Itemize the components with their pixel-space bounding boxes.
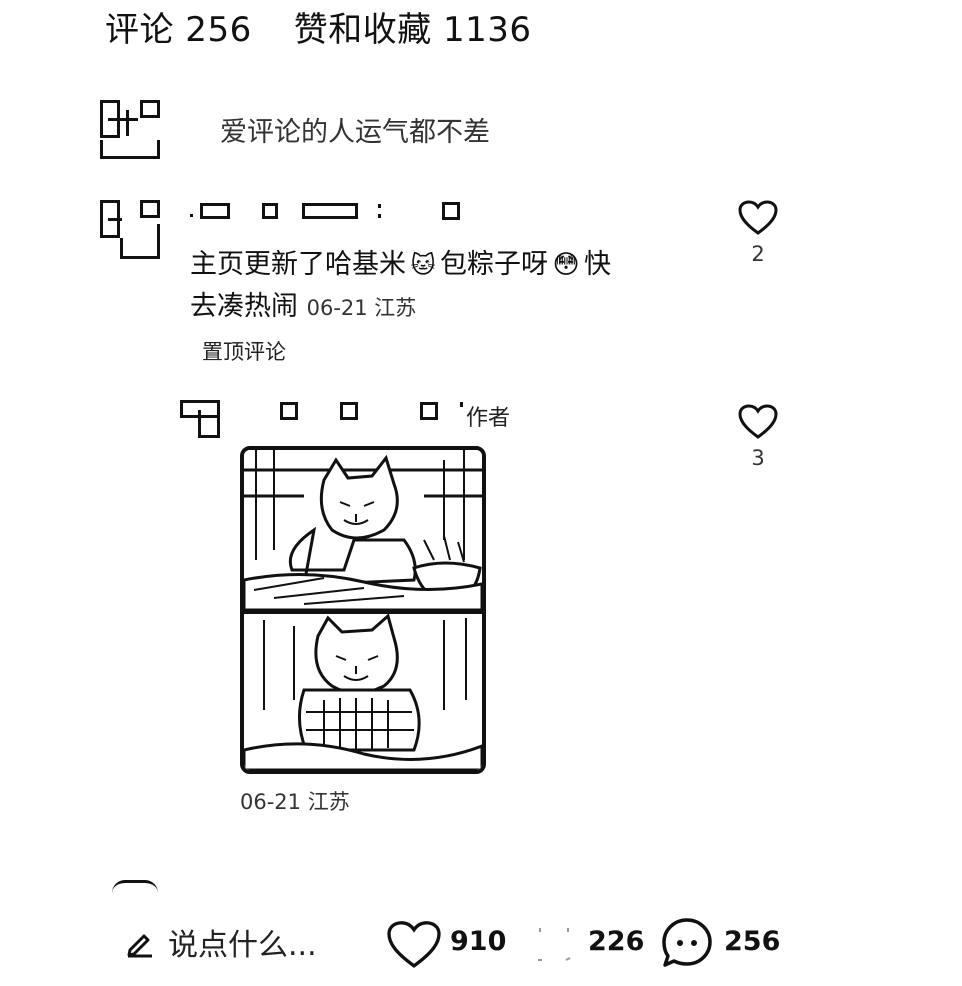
author-tag: 作者 [466,406,511,431]
commenter-username[interactable] [190,200,470,224]
comment-text: 主页更新了哈基米 🐱 包粽子呀 😳 快 去凑热闹 06-21 江苏 [190,244,710,329]
cat-emoji-icon: 🐱 [410,251,436,279]
comment-like-count: 2 [751,242,765,266]
reply-author-username[interactable] [270,400,470,424]
comment-bubble-icon [662,918,712,967]
comment-text-part: 快 [584,249,611,280]
reply-like-count: 3 [751,446,765,470]
commenter-avatar[interactable] [100,200,162,260]
current-user-avatar [100,100,162,160]
heart-icon [738,200,778,235]
reply-like-button[interactable]: 3 [728,404,788,470]
post-like-button[interactable]: 910 [386,918,516,970]
post-collect-count: 226 [588,926,645,957]
post-comment-count: 256 [724,926,781,957]
next-comment-avatar[interactable] [112,880,158,893]
comment-meta: 06-21 江苏 [306,296,417,320]
comment-text-part: 去凑热闹 [190,291,298,322]
heart-icon [387,921,441,968]
post-collect-button[interactable]: 226 [530,918,650,970]
comments-count-label[interactable]: 评论 256 [105,10,252,50]
star-icon [538,928,571,961]
pinned-label: 置顶评论 [202,340,286,364]
post-comment-button[interactable]: 256 [660,916,790,970]
pencil-icon [127,934,152,958]
post-like-count: 910 [450,926,507,957]
comment-input-placeholder[interactable]: 说点什么... [168,920,317,964]
reply-author-avatar[interactable] [180,400,222,440]
comment-prompt[interactable]: 爱评论的人运气都不差 [220,110,490,149]
cats-photo-image [244,450,482,770]
comments-header: 评论 256 赞和收藏 1136 [105,2,532,51]
face-emoji-icon: 😳 [552,250,580,280]
heart-icon [738,404,778,439]
reply-meta: 06-21 江苏 [240,790,350,814]
reply-image[interactable] [240,446,486,774]
comment-text-part: 主页更新了哈基米 [190,249,406,280]
comment-like-button[interactable]: 2 [728,200,788,266]
comment-text-part: 包粽子呀 [440,249,548,280]
likes-collects-label[interactable]: 赞和收藏 1136 [294,10,532,50]
